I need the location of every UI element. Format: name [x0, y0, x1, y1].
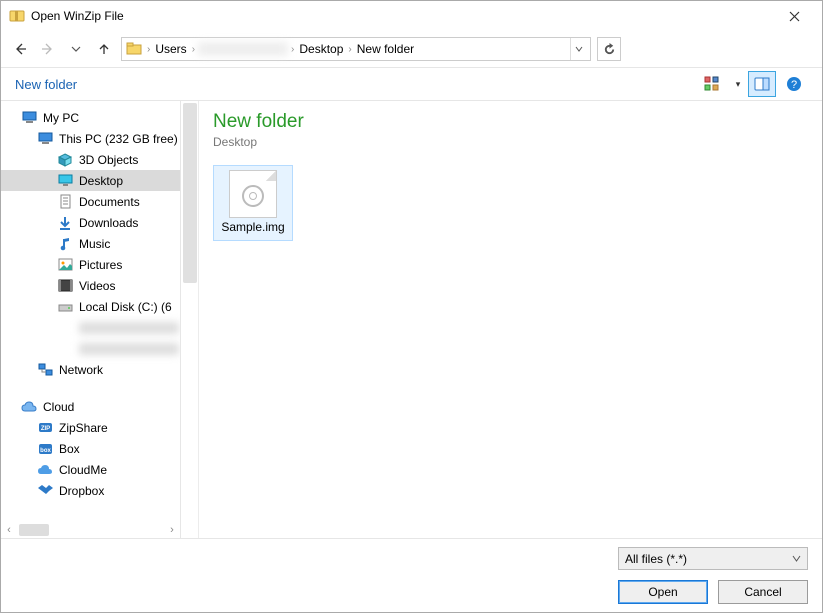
tree-documents[interactable]: Documents: [1, 191, 180, 212]
tree-cloud[interactable]: Cloud: [1, 396, 180, 417]
refresh-icon: [603, 43, 616, 56]
tree-pictures[interactable]: Pictures: [1, 254, 180, 275]
close-button[interactable]: [774, 3, 814, 29]
chevron-down-icon: [792, 554, 801, 563]
cancel-button[interactable]: Cancel: [718, 580, 808, 604]
new-folder-button[interactable]: New folder: [15, 77, 77, 92]
tree-redacted-1[interactable]: [1, 317, 180, 338]
caret-down-icon: ▾: [736, 79, 741, 90]
view-dropdown-button[interactable]: ▾: [730, 71, 744, 97]
scroll-left-icon[interactable]: ‹: [1, 524, 17, 536]
nav-forward-button[interactable]: [37, 38, 59, 60]
chevron-right-icon: ›: [290, 44, 295, 55]
file-name: Sample.img: [221, 220, 284, 234]
scrollbar-thumb[interactable]: [183, 103, 197, 283]
file-view: New folder Desktop Sample.img: [199, 101, 822, 538]
scrollbar-thumb[interactable]: [19, 524, 49, 536]
drive-icon: [57, 299, 73, 315]
close-icon: [789, 11, 800, 22]
file-list: Sample.img: [213, 165, 808, 241]
cube-icon: [57, 152, 73, 168]
pictures-icon: [57, 257, 73, 273]
arrow-left-icon: [12, 41, 28, 57]
dialog-body: My PC This PC (232 GB free) 3D Objects D…: [1, 101, 822, 538]
file-item-sample[interactable]: Sample.img: [213, 165, 293, 241]
cloudme-icon: [37, 462, 53, 478]
folder-heading: New folder: [213, 111, 808, 133]
tree-network[interactable]: Network: [1, 359, 180, 380]
file-thumbnail: [229, 170, 277, 218]
videos-icon: [57, 278, 73, 294]
tree-videos[interactable]: Videos: [1, 275, 180, 296]
view-grid-icon: [704, 76, 720, 92]
navigation-row: › Users › › Desktop › New folder: [1, 31, 822, 67]
tree-box[interactable]: box Box: [1, 438, 180, 459]
zipshare-icon: ZIP: [37, 420, 53, 436]
tree-music[interactable]: Music: [1, 233, 180, 254]
preview-pane-button[interactable]: [748, 71, 776, 97]
nav-back-button[interactable]: [9, 38, 31, 60]
breadcrumb-redacted[interactable]: [198, 42, 288, 56]
folder-subheading: Desktop: [213, 135, 808, 149]
breadcrumb-users[interactable]: Users: [153, 42, 188, 56]
download-icon: [57, 215, 73, 231]
svg-text:box: box: [40, 448, 51, 454]
arrow-right-icon: [40, 41, 56, 57]
dialog-footer: All files (*.*) Open Cancel: [1, 538, 822, 612]
network-icon: [37, 362, 53, 378]
folder-icon: [126, 41, 144, 57]
arrow-up-icon: [96, 41, 112, 57]
refresh-button[interactable]: [597, 37, 621, 61]
tree-dropbox[interactable]: Dropbox: [1, 480, 180, 501]
tree-redacted-2[interactable]: [1, 338, 180, 359]
svg-text:?: ?: [791, 79, 797, 91]
tree-zipshare[interactable]: ZIP ZipShare: [1, 417, 180, 438]
cloud-icon: [21, 399, 37, 415]
disc-image-icon: [242, 185, 264, 207]
navigation-tree: My PC This PC (232 GB free) 3D Objects D…: [1, 101, 181, 538]
tree-desktop[interactable]: Desktop: [1, 170, 180, 191]
breadcrumb-desktop[interactable]: Desktop: [297, 42, 345, 56]
nav-up-button[interactable]: [93, 38, 115, 60]
chevron-right-icon: ›: [146, 44, 151, 55]
help-button[interactable]: ?: [780, 71, 808, 97]
document-icon: [57, 194, 73, 210]
help-icon: ?: [786, 76, 802, 92]
tree-3d-objects[interactable]: 3D Objects: [1, 149, 180, 170]
filter-label: All files (*.*): [625, 552, 687, 566]
desktop-icon: [57, 173, 73, 189]
chevron-right-icon: ›: [191, 44, 196, 55]
winzip-icon: [9, 8, 25, 24]
file-type-filter[interactable]: All files (*.*): [618, 547, 808, 570]
dropbox-icon: [37, 483, 53, 499]
breadcrumb-newfolder[interactable]: New folder: [355, 42, 416, 56]
tree-cloudme[interactable]: CloudMe: [1, 459, 180, 480]
tree-vertical-scrollbar[interactable]: [181, 101, 199, 538]
view-options-button[interactable]: [698, 71, 726, 97]
tree-horizontal-scrollbar[interactable]: ‹ ›: [1, 522, 180, 538]
chevron-right-icon: ›: [347, 44, 352, 55]
tree-mypc[interactable]: My PC: [1, 107, 180, 128]
open-button[interactable]: Open: [618, 580, 708, 604]
breadcrumb-bar[interactable]: › Users › › Desktop › New folder: [121, 37, 591, 61]
computer-icon: [37, 131, 53, 147]
chevron-down-icon: [575, 45, 583, 53]
music-icon: [57, 236, 73, 252]
box-icon: box: [37, 441, 53, 457]
tree-downloads[interactable]: Downloads: [1, 212, 180, 233]
window-title: Open WinZip File: [31, 9, 774, 23]
breadcrumb-dropdown[interactable]: [570, 38, 586, 60]
tree-thispc[interactable]: This PC (232 GB free): [1, 128, 180, 149]
computer-icon: [21, 110, 37, 126]
title-bar: Open WinZip File: [1, 1, 822, 31]
svg-text:ZIP: ZIP: [40, 426, 49, 432]
command-bar: New folder ▾ ?: [1, 67, 822, 101]
chevron-down-icon: [71, 44, 81, 54]
scroll-right-icon[interactable]: ›: [164, 524, 180, 536]
tree-local-disk[interactable]: Local Disk (C:) (6: [1, 296, 180, 317]
button-row: Open Cancel: [618, 580, 808, 604]
open-file-dialog: Open WinZip File › Users › ›: [0, 0, 823, 613]
recent-locations-button[interactable]: [65, 38, 87, 60]
preview-pane-icon: [754, 76, 770, 92]
